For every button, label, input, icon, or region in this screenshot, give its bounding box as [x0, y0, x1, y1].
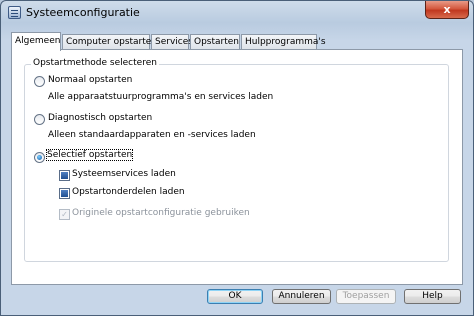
diagnostic-startup-description: Alleen standaardapparaten en -services l…	[48, 130, 256, 140]
load-startup-items-label[interactable]: Opstartonderdelen laden	[72, 187, 185, 197]
tab-algemeen[interactable]: Algemeen	[11, 32, 61, 51]
selective-startup-label[interactable]: Selectief opstarten	[45, 149, 134, 161]
ok-button[interactable]: OK	[207, 289, 263, 304]
window-title: Systeemconfiguratie	[26, 6, 140, 19]
group-label: Opstartmethode selecteren	[31, 58, 159, 68]
tab-computer-opstarten[interactable]: Computer opstarten	[62, 34, 157, 50]
help-button[interactable]: Help	[404, 289, 461, 304]
title-bar[interactable]: Systeemconfiguratie x	[1, 1, 473, 27]
original-boot-config-label: Originele opstartconfiguratie gebruiken	[72, 208, 250, 218]
close-button[interactable]: x	[425, 1, 469, 19]
system-configuration-window: Systeemconfiguratie x Algemeen Computer …	[0, 0, 474, 316]
normal-startup-label[interactable]: Normaal opstarten	[48, 75, 132, 85]
cancel-button[interactable]: Annuleren	[272, 289, 331, 304]
tab-opstarten[interactable]: Opstarten	[190, 34, 240, 50]
load-startup-items-checkbox[interactable]	[59, 188, 70, 199]
normal-startup-description: Alle apparaatstuurprogramma's en service…	[48, 92, 274, 102]
normal-startup-radio[interactable]	[34, 76, 45, 87]
load-system-services-checkbox[interactable]	[59, 170, 70, 181]
tab-services[interactable]: Services	[151, 34, 193, 50]
selective-startup-radio[interactable]	[34, 152, 45, 163]
diagnostic-startup-label[interactable]: Diagnostisch opstarten	[48, 113, 152, 123]
system-configuration-icon	[8, 6, 21, 19]
load-system-services-label[interactable]: Systeemservices laden	[72, 169, 176, 179]
diagnostic-startup-radio[interactable]	[34, 114, 45, 125]
tab-hulpprogrammas[interactable]: Hulpprogramma's	[241, 34, 326, 50]
apply-button: Toepassen	[336, 289, 396, 304]
original-boot-config-checkbox: ✓	[59, 209, 70, 220]
